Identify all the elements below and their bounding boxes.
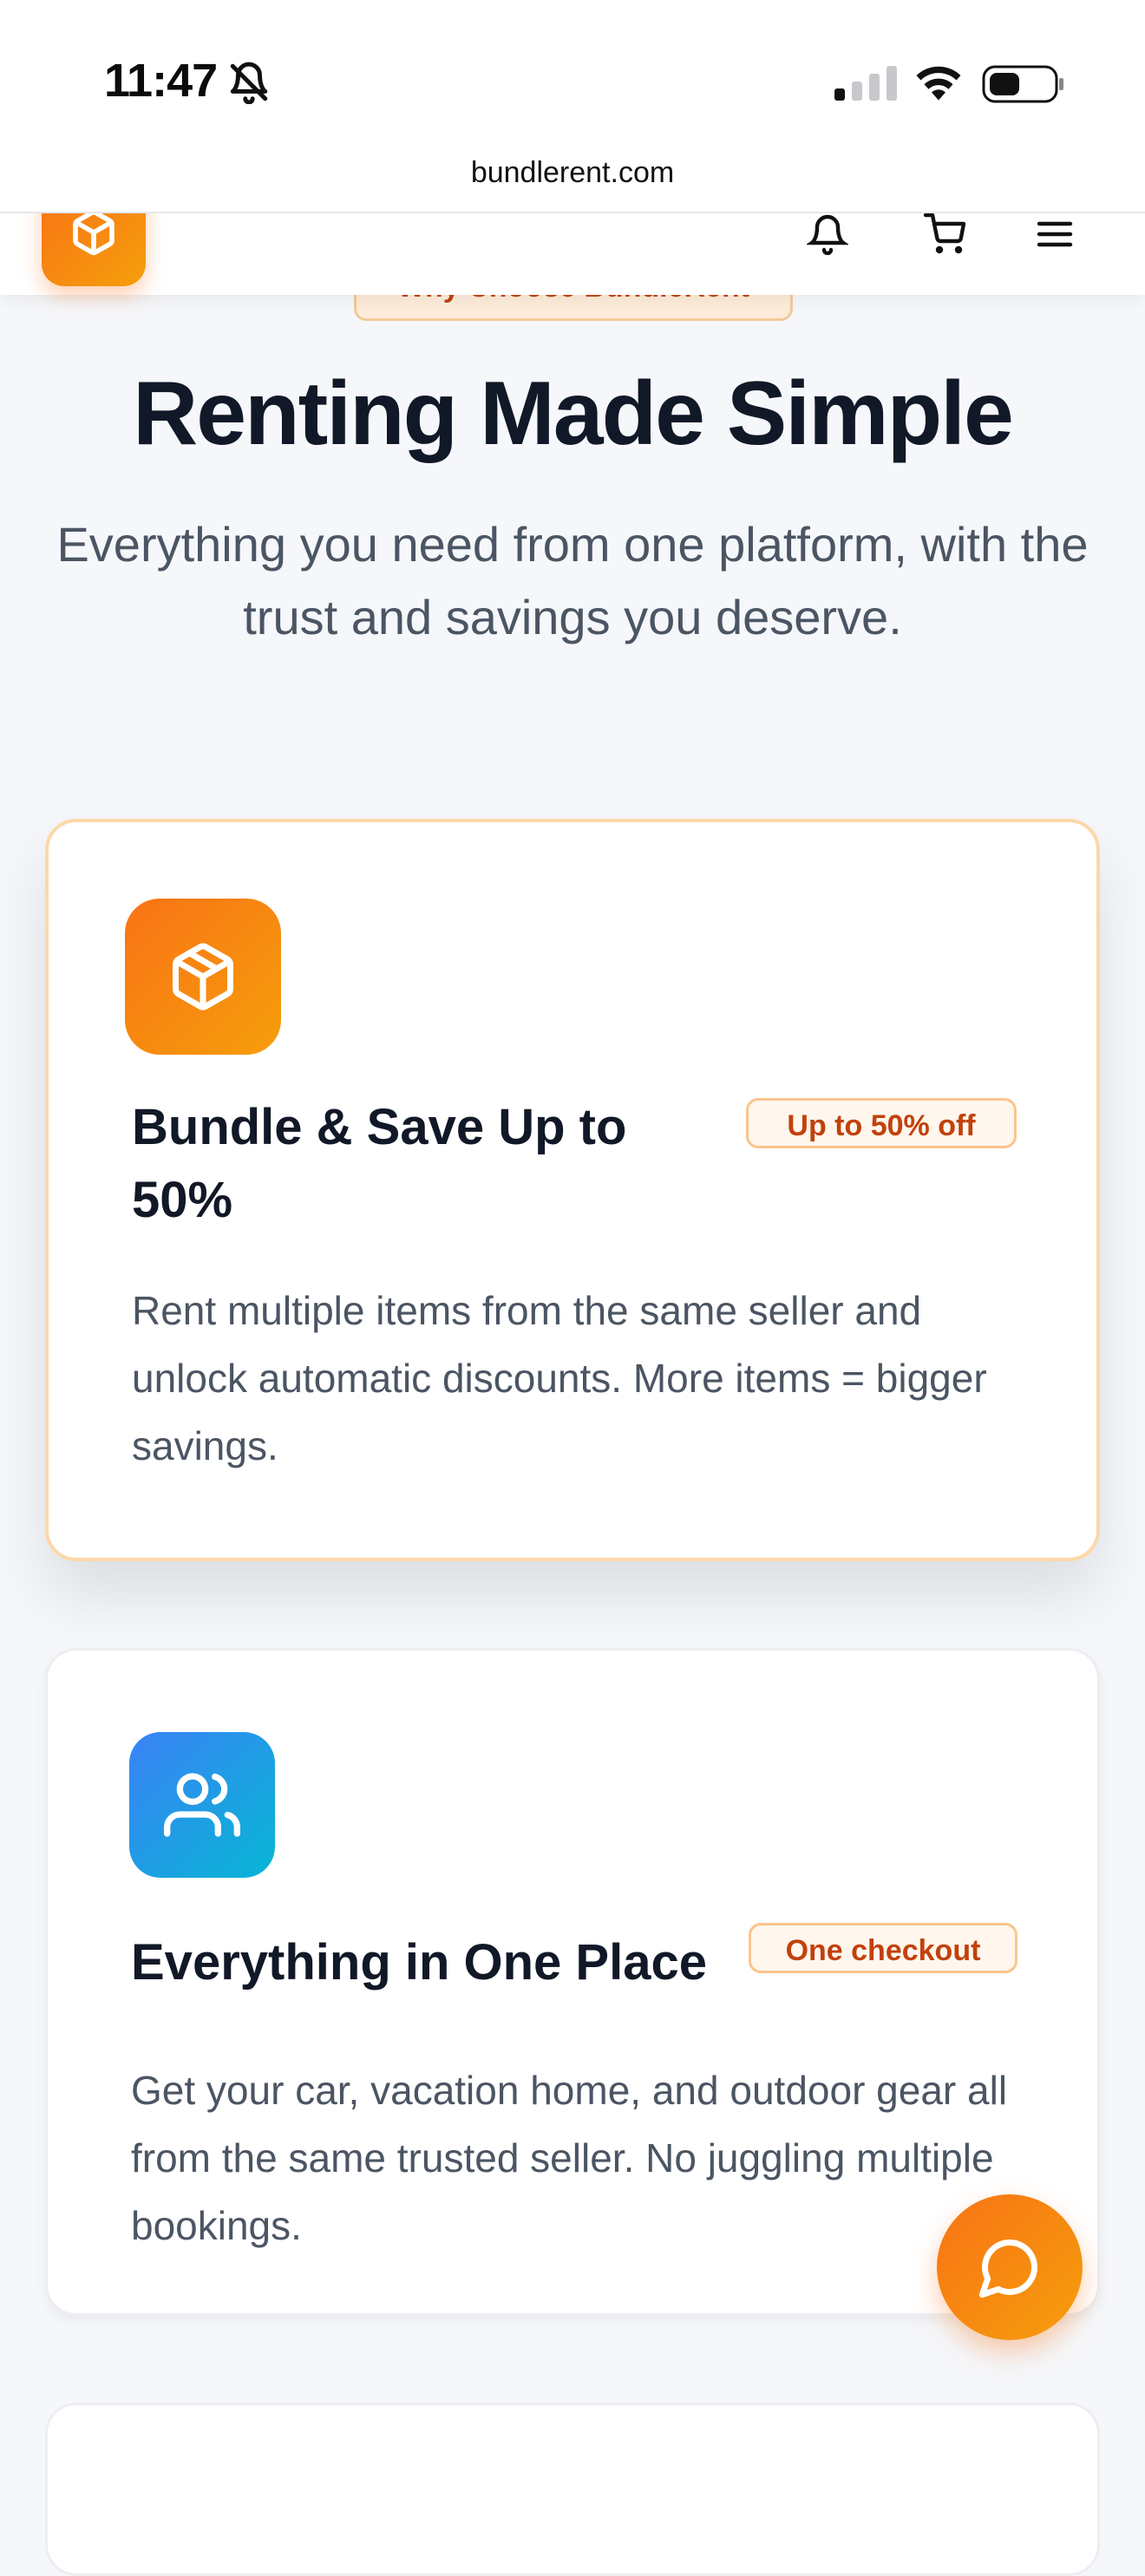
feature-description: Get your car, vacation home, and outdoor… [131, 2068, 1008, 2248]
feature-card-partial [45, 2403, 1100, 2576]
hero-subtitle: Everything you need from one platform, w… [56, 517, 1089, 644]
logo-package-icon [73, 209, 114, 256]
battery-icon [982, 64, 1065, 108]
cart-icon[interactable] [923, 212, 966, 259]
cellular-signal-icon [834, 66, 899, 105]
hero-title: Renting Made Simple [133, 363, 1014, 464]
wifi-icon [913, 61, 965, 105]
feature-badge: One checkout [749, 1923, 1017, 1973]
chat-bubble-icon [978, 2239, 1037, 2298]
url-text: bundlerent.com [470, 156, 675, 189]
status-bar: 11:47 [0, 0, 1145, 156]
feature-card-bundle: Bundle & Save Up to 50% Up to 50% off Re… [45, 819, 1100, 1561]
notifications-bell-icon[interactable] [805, 213, 850, 259]
feature-icon-tile [125, 899, 281, 1055]
feature-description: Rent multiple items from the same seller… [132, 1288, 987, 1468]
feature-badge: Up to 50% off [746, 1098, 1017, 1148]
package-icon [173, 943, 233, 1010]
status-time: 11:47 [104, 55, 218, 107]
chat-button[interactable] [937, 2194, 1083, 2340]
bell-muted-icon [227, 61, 271, 108]
feature-title: Everything in One Place [131, 1934, 707, 1991]
feature-title: Bundle & Save Up to 50% [132, 1099, 627, 1228]
feature-card-one-place: Everything in One Place One checkout Get… [45, 1648, 1100, 2316]
menu-icon[interactable] [1034, 213, 1076, 259]
feature-icon-tile [129, 1732, 275, 1878]
users-icon [164, 1773, 240, 1837]
